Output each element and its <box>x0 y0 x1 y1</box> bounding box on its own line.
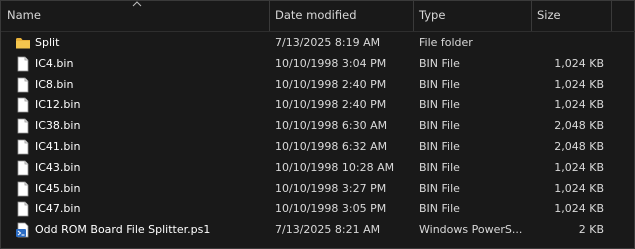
file-size: 1,024 KB <box>554 181 604 195</box>
file-size: 2 KB <box>578 223 604 237</box>
file-date: 7/13/2025 8:21 AM <box>275 223 381 237</box>
file-type: Windows PowerS... <box>419 223 523 237</box>
file-name: IC43.bin <box>35 160 81 174</box>
file-date: 10/10/1998 3:27 PM <box>275 181 387 195</box>
file-date: 10/10/1998 3:05 PM <box>275 202 387 216</box>
file-name: IC38.bin <box>35 119 81 133</box>
column-header-name-label: Name <box>7 8 41 22</box>
file-size: 1,024 KB <box>554 56 604 70</box>
file-type: BIN File <box>419 119 460 133</box>
column-header-size[interactable]: Size <box>531 1 611 31</box>
file-date: 10/10/1998 2:40 PM <box>275 77 387 91</box>
list-item[interactable]: IC4.bin 10/10/1998 3:04 PM BIN File 1,02… <box>1 54 635 75</box>
file-name: IC47.bin <box>35 202 81 216</box>
file-name: IC4.bin <box>35 56 74 70</box>
file-name: IC41.bin <box>35 139 81 153</box>
list-item[interactable]: IC47.bin 10/10/1998 3:05 PM BIN File 1,0… <box>1 199 635 220</box>
list-item[interactable]: Split 7/13/2025 8:19 AM File folder <box>1 33 635 54</box>
file-type: File folder <box>419 36 473 49</box>
file-date: 10/10/1998 3:04 PM <box>275 56 387 70</box>
file-list: Split 7/13/2025 8:19 AM File folder IC4.… <box>1 33 635 241</box>
file-name: Split <box>35 36 60 49</box>
file-icon <box>17 201 29 217</box>
file-date: 10/10/1998 6:30 AM <box>275 119 388 133</box>
file-date: 7/13/2025 8:19 AM <box>275 36 381 49</box>
list-item[interactable]: IC38.bin 10/10/1998 6:30 AM BIN File 2,0… <box>1 116 635 137</box>
file-type: BIN File <box>419 139 460 153</box>
file-size <box>537 33 604 54</box>
file-icon <box>17 160 29 176</box>
file-icon <box>17 118 29 134</box>
file-date: 10/10/1998 2:40 PM <box>275 98 387 112</box>
column-header-type-label: Type <box>419 8 446 22</box>
column-header-bar: Name Date modified Type Size <box>1 1 635 32</box>
file-icon <box>17 97 29 113</box>
file-type: BIN File <box>419 202 460 216</box>
file-size: 1,024 KB <box>554 160 604 174</box>
sort-ascending-icon <box>132 1 142 7</box>
file-type: BIN File <box>419 77 460 91</box>
file-date: 10/10/1998 10:28 AM <box>275 160 395 174</box>
column-header-date[interactable]: Date modified <box>269 1 413 31</box>
powershell-script-icon <box>16 222 29 238</box>
file-list-pane: Name Date modified Type Size Split 7/13/… <box>0 0 635 249</box>
column-header-date-label: Date modified <box>275 8 357 22</box>
file-type: BIN File <box>419 98 460 112</box>
column-divider[interactable] <box>611 1 612 31</box>
file-type: BIN File <box>419 160 460 174</box>
folder-icon <box>16 38 30 49</box>
list-item[interactable]: IC8.bin 10/10/1998 2:40 PM BIN File 1,02… <box>1 75 635 96</box>
file-name: IC12.bin <box>35 98 81 112</box>
list-item[interactable]: IC12.bin 10/10/1998 2:40 PM BIN File 1,0… <box>1 95 635 116</box>
file-date: 10/10/1998 6:32 AM <box>275 139 388 153</box>
file-size: 2,048 KB <box>554 139 604 153</box>
file-type: BIN File <box>419 181 460 195</box>
file-type: BIN File <box>419 56 460 70</box>
file-icon <box>17 56 29 72</box>
column-header-type[interactable]: Type <box>413 1 531 31</box>
file-icon <box>17 181 29 196</box>
file-size: 1,024 KB <box>554 98 604 112</box>
list-item[interactable]: IC43.bin 10/10/1998 10:28 AM BIN File 1,… <box>1 158 635 179</box>
file-size: 2,048 KB <box>554 119 604 133</box>
file-icon <box>17 77 29 92</box>
column-header-size-label: Size <box>537 8 561 22</box>
file-icon <box>17 139 29 155</box>
file-name: Odd ROM Board File Splitter.ps1 <box>35 223 211 237</box>
file-size: 1,024 KB <box>554 202 604 216</box>
file-name: IC8.bin <box>35 77 74 91</box>
file-name: IC45.bin <box>35 181 81 195</box>
list-item[interactable]: IC45.bin 10/10/1998 3:27 PM BIN File 1,0… <box>1 179 635 200</box>
list-item[interactable]: IC41.bin 10/10/1998 6:32 AM BIN File 2,0… <box>1 137 635 158</box>
file-size: 1,024 KB <box>554 77 604 91</box>
list-item[interactable]: Odd ROM Board File Splitter.ps1 7/13/202… <box>1 220 635 241</box>
